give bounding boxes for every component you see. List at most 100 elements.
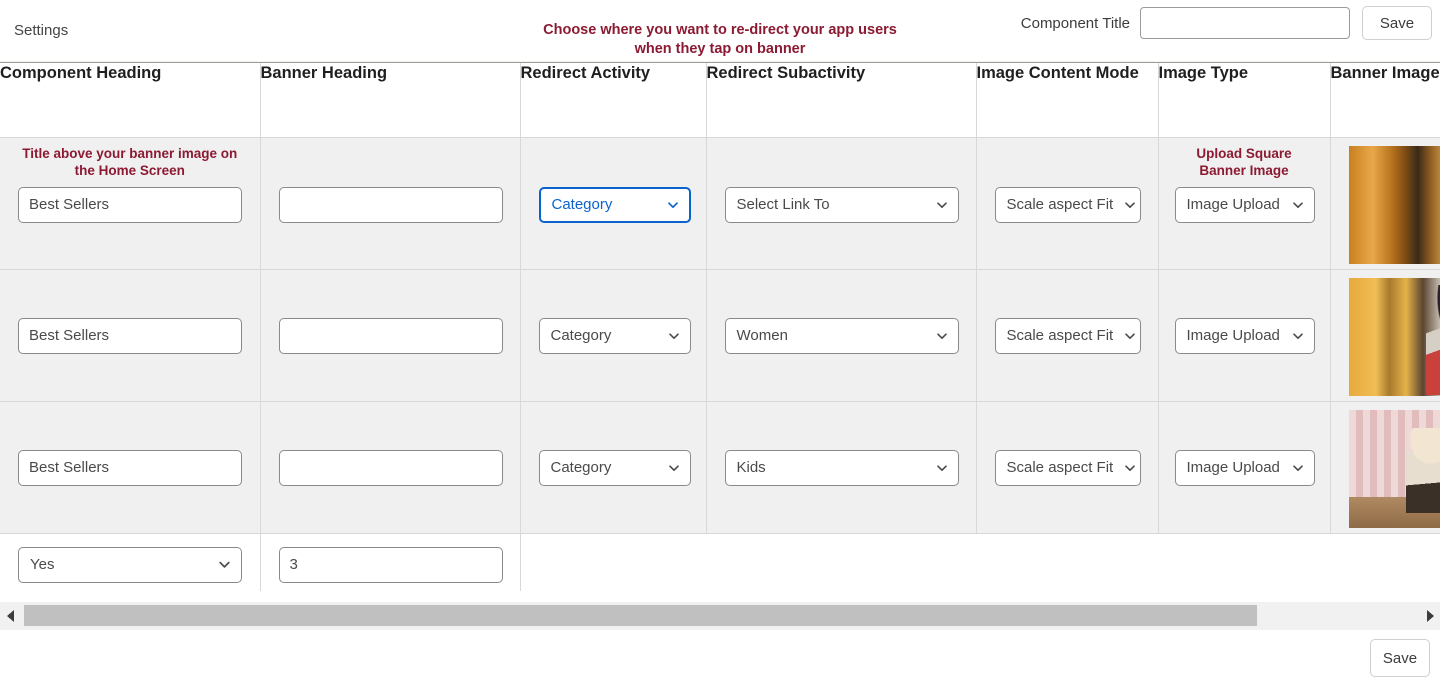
component-heading-input[interactable]	[18, 317, 242, 354]
cell-banner-heading	[260, 401, 521, 534]
banner-image-b	[1348, 277, 1440, 396]
triangle-right-icon	[1426, 610, 1434, 622]
redirect-activity-value: Category	[550, 459, 612, 476]
settings-table-scroll-area: Component Heading Banner Heading Redirec…	[0, 62, 1440, 591]
component-heading-hint: Title above your banner image on the Hom…	[22, 145, 238, 178]
cell-banner-heading	[260, 269, 521, 402]
chevron-down-icon	[668, 332, 679, 339]
cell-component-heading	[0, 269, 261, 402]
image-content-mode-select[interactable]: Scale aspect Fit	[994, 317, 1141, 354]
cell-image-content-mode: Scale aspect Fit	[976, 269, 1159, 402]
cell-image-content-mode: Scale aspect Fit	[976, 401, 1159, 534]
save-button-top[interactable]: Save	[1362, 6, 1432, 40]
banner-image-thumbnail[interactable]	[1348, 277, 1440, 396]
chevron-down-icon	[936, 201, 947, 208]
scrollbar-thumb[interactable]	[24, 605, 1257, 626]
chevron-down-icon	[1125, 332, 1136, 339]
column-header-redirect-subactivity: Redirect Subactivity	[706, 63, 977, 138]
save-button-bottom[interactable]: Save	[1370, 639, 1430, 677]
cell-redirect-subactivity: Women	[706, 269, 977, 402]
cell-footer-blank-2	[706, 533, 976, 591]
redirect-activity-value: Category	[551, 196, 613, 213]
cell-banner-image	[1330, 269, 1440, 402]
cell-image-type: Image Upload	[1158, 401, 1331, 534]
column-header-image-type: Image Type	[1158, 63, 1331, 138]
component-title-input[interactable]	[1140, 7, 1350, 39]
table-footer-row: Yes	[0, 533, 1440, 591]
banner-heading-input[interactable]	[278, 449, 503, 486]
cell-banner-image	[1330, 137, 1440, 270]
cell-redirect-subactivity: Select Link To	[706, 137, 977, 270]
enabled-value: Yes	[30, 556, 55, 573]
component-title-group: Component Title Save	[1021, 6, 1432, 40]
bottom-bar: Save	[0, 629, 1440, 699]
redirect-subactivity-value: Women	[736, 327, 788, 344]
image-type-value: Image Upload	[1186, 327, 1280, 344]
cell-enabled: Yes	[0, 533, 261, 591]
cell-footer-blank-4	[1158, 533, 1330, 591]
cell-component-heading: Title above your banner image on the Hom…	[0, 137, 261, 270]
banner-heading-input[interactable]	[278, 186, 503, 223]
settings-label: Settings	[14, 22, 69, 39]
banner-heading-input[interactable]	[278, 317, 503, 354]
cell-redirect-activity: Category	[520, 401, 707, 534]
chevron-down-icon	[1292, 201, 1303, 208]
column-header-redirect-activity: Redirect Activity	[520, 63, 707, 138]
image-type-select[interactable]: Image Upload	[1174, 317, 1315, 354]
chevron-down-icon	[667, 201, 678, 208]
component-title-label: Component Title	[1020, 14, 1130, 32]
table-row: Category Women	[0, 269, 1440, 402]
enabled-select[interactable]: Yes	[18, 546, 242, 583]
redirect-subactivity-select[interactable]: Kids	[724, 449, 959, 486]
component-heading-input[interactable]	[18, 186, 242, 223]
chevron-down-icon	[1292, 464, 1303, 471]
chevron-down-icon	[1125, 201, 1136, 208]
chevron-down-icon	[219, 561, 230, 568]
redirect-activity-select[interactable]: Category	[538, 449, 691, 486]
banner-image-thumbnail[interactable]	[1348, 409, 1440, 528]
redirect-activity-value: Category	[550, 327, 612, 344]
banner-image-thumbnail[interactable]	[1348, 145, 1440, 264]
chevron-down-icon	[936, 332, 947, 339]
banner-image-c	[1348, 409, 1440, 528]
image-content-mode-select[interactable]: Scale aspect Fit	[994, 186, 1141, 223]
column-header-banner-heading: Banner Heading	[260, 63, 521, 138]
cell-footer-blank-3	[976, 533, 1158, 591]
cell-banner-heading	[260, 137, 521, 270]
redirect-activity-select[interactable]: Category	[538, 317, 691, 354]
banner-redirect-note-text: Choose where you want to re-direct your …	[543, 22, 897, 57]
image-type-value: Image Upload	[1186, 196, 1280, 213]
redirect-subactivity-value: Kids	[736, 459, 766, 476]
image-type-value: Image Upload	[1186, 459, 1280, 476]
scroll-right-arrow-icon[interactable]	[1420, 602, 1440, 630]
redirect-activity-select[interactable]: Category	[538, 186, 691, 223]
cell-footer-blank-1	[520, 533, 706, 591]
image-type-select[interactable]: Image Upload	[1174, 186, 1315, 223]
cell-component-heading	[0, 401, 261, 534]
column-header-image-content-mode: Image Content Mode	[976, 63, 1159, 138]
banner-image-a	[1348, 145, 1440, 264]
image-type-select[interactable]: Image Upload	[1174, 449, 1315, 486]
redirect-subactivity-select[interactable]: Women	[724, 317, 959, 354]
top-bar: Settings Choose where you want to re-dir…	[0, 0, 1440, 62]
table-row: Category Kids	[0, 401, 1440, 534]
table-row: Title above your banner image on the Hom…	[0, 137, 1440, 270]
image-content-mode-value: Scale aspect Fit	[1006, 459, 1114, 476]
chevron-down-icon	[1292, 332, 1303, 339]
component-heading-input[interactable]	[18, 449, 242, 486]
chevron-down-icon	[936, 464, 947, 471]
cell-redirect-activity: Category	[520, 137, 707, 270]
chevron-down-icon	[1125, 464, 1136, 471]
cell-footer-blank-5	[1330, 533, 1440, 591]
horizontal-scrollbar[interactable]	[0, 601, 1440, 630]
image-content-mode-select[interactable]: Scale aspect Fit	[994, 449, 1141, 486]
image-content-mode-value: Scale aspect Fit	[1006, 196, 1114, 213]
column-header-banner-image: Banner Image	[1330, 63, 1440, 138]
cell-image-content-mode: Scale aspect Fit	[976, 137, 1159, 270]
image-type-hint: Upload Square Banner Image	[1196, 145, 1292, 178]
column-header-component-heading: Component Heading	[0, 63, 261, 138]
banner-count-input[interactable]	[278, 546, 503, 583]
redirect-subactivity-select[interactable]: Select Link To	[724, 186, 959, 223]
scroll-left-arrow-icon[interactable]	[0, 602, 20, 630]
cell-image-type: Image Upload	[1158, 269, 1331, 402]
